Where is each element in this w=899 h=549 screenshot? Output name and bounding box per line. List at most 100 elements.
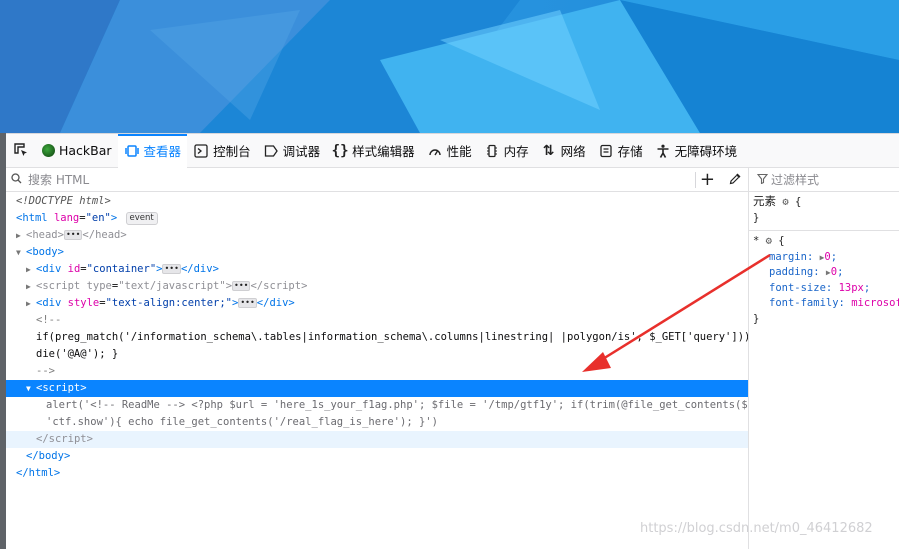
tab-memory[interactable]: 内存 bbox=[478, 134, 535, 168]
tab-inspector[interactable]: 查看器 bbox=[117, 133, 188, 168]
prop-value: 13px bbox=[838, 281, 864, 294]
attr-value: "en" bbox=[85, 212, 111, 224]
body-node[interactable]: ▼ <body> bbox=[6, 244, 748, 261]
attr-name: lang bbox=[53, 212, 80, 224]
tag-name: head bbox=[32, 229, 58, 241]
script-js-node[interactable]: ▶ <script type="text/javascript"> ••• </scr… bbox=[6, 278, 748, 295]
head-node[interactable]: ▶ <head> ••• </head> bbox=[6, 227, 748, 244]
prop-value: 0 bbox=[824, 250, 831, 263]
event-badge[interactable]: event bbox=[125, 211, 158, 225]
comment-node-line: die('@A@'); } bbox=[6, 346, 748, 363]
collapse-arrow-icon[interactable]: ▼ bbox=[16, 244, 26, 261]
storage-icon bbox=[598, 144, 614, 158]
prop-name: margin bbox=[769, 250, 807, 263]
collapsed-ellipsis-icon[interactable]: ••• bbox=[162, 264, 181, 274]
tag-name: </html> bbox=[16, 467, 61, 479]
doctype-node[interactable]: <!DOCTYPE html> bbox=[6, 193, 748, 210]
attr-name: type bbox=[86, 280, 112, 292]
selected-script-node[interactable]: ▼ <script> bbox=[6, 380, 748, 397]
comment-node[interactable]: <!-- bbox=[6, 312, 748, 329]
attr-value: "text-align:center;" bbox=[105, 297, 232, 309]
tag-name: body bbox=[38, 450, 64, 462]
network-icon: ⇅ bbox=[542, 142, 555, 159]
tab-network[interactable]: ⇅ 网络 bbox=[535, 134, 592, 168]
declaration-padding[interactable]: padding: ▶0; bbox=[753, 265, 899, 281]
html-node[interactable]: <html lang="en"> event bbox=[6, 210, 748, 227]
collapsed-ellipsis-icon[interactable]: ••• bbox=[238, 298, 257, 308]
expand-arrow-icon[interactable]: ▶ bbox=[26, 278, 36, 295]
tag-name: script bbox=[263, 280, 302, 292]
attr-name: id bbox=[67, 263, 81, 275]
script-text: alert('<!-- ReadMe --> <?php $url = 'her… bbox=[46, 399, 811, 411]
tab-label: 性能 bbox=[446, 144, 472, 159]
prop-name: font-size bbox=[769, 281, 826, 294]
comment-close: --> bbox=[36, 365, 55, 377]
tab-hackbar[interactable]: HackBar bbox=[36, 134, 118, 168]
watermark: https://blog.csdn.net/m0_46412682 bbox=[640, 521, 873, 536]
tab-label: 调试器 bbox=[282, 144, 321, 159]
hackbar-icon bbox=[42, 144, 55, 157]
element-picker-button[interactable] bbox=[6, 134, 36, 168]
tab-label: 无障碍环境 bbox=[674, 144, 738, 159]
performance-icon bbox=[427, 144, 443, 158]
add-node-icon[interactable]: + bbox=[700, 171, 715, 189]
script-text-line: 'ctf.show'){ echo file_get_contents('/re… bbox=[6, 414, 748, 431]
script-text-line[interactable]: alert('<!-- ReadMe --> <?php $url = 'her… bbox=[6, 397, 811, 414]
tag-name: div bbox=[42, 263, 62, 275]
body-close-node[interactable]: </body> bbox=[6, 448, 748, 465]
toolbar-divider bbox=[695, 172, 696, 188]
memory-icon bbox=[484, 144, 500, 158]
tag-name: body bbox=[32, 246, 58, 258]
pick-element-icon bbox=[13, 143, 29, 158]
tab-label: 样式编辑器 bbox=[352, 144, 415, 159]
prop-name: font-family bbox=[769, 297, 839, 309]
tab-storage[interactable]: 存储 bbox=[592, 134, 649, 168]
console-icon bbox=[193, 143, 209, 158]
tab-style-editor[interactable]: {} 样式编辑器 bbox=[326, 134, 421, 168]
expand-arrow-icon[interactable]: ▶ bbox=[26, 261, 36, 278]
filter-styles-input[interactable]: 过滤样式 bbox=[771, 171, 819, 188]
attr-value: "text/javascript" bbox=[118, 280, 226, 292]
tab-debugger[interactable]: 调试器 bbox=[257, 134, 327, 168]
declaration-font-family[interactable]: font-family: microsoft bbox=[753, 296, 899, 312]
prop-name: padding bbox=[769, 266, 814, 278]
tag-name: script bbox=[42, 280, 81, 292]
declaration-font-size[interactable]: font-size: 13px; bbox=[753, 281, 899, 297]
tag-name: div bbox=[42, 297, 62, 309]
tag-name: script bbox=[48, 433, 87, 445]
expand-arrow-icon[interactable]: ▶ bbox=[26, 295, 36, 312]
tag-name: div bbox=[193, 263, 213, 275]
prop-value: 0 bbox=[830, 266, 838, 278]
comment-open: <!-- bbox=[36, 314, 62, 326]
search-icon bbox=[11, 172, 25, 187]
comment-node-line: --> bbox=[6, 363, 748, 380]
tag-name: head bbox=[95, 229, 121, 241]
div-center-node[interactable]: ▶ <div style="text-align:center;"> ••• </di… bbox=[6, 295, 748, 312]
accessibility-icon bbox=[655, 144, 671, 158]
script-text: 'ctf.show'){ echo file_get_contents('/re… bbox=[46, 416, 438, 428]
prop-value: microsoft bbox=[851, 297, 899, 309]
search-input[interactable]: 搜索 HTML bbox=[28, 171, 89, 188]
tab-performance[interactable]: 性能 bbox=[421, 134, 478, 168]
collapsed-ellipsis-icon[interactable]: ••• bbox=[63, 230, 83, 240]
collapsed-ellipsis-icon[interactable]: ••• bbox=[232, 281, 251, 291]
tab-label: HackBar bbox=[59, 143, 112, 158]
script-close-node[interactable]: </script> bbox=[6, 431, 748, 448]
attr-name: style bbox=[67, 297, 100, 309]
eyedropper-icon[interactable] bbox=[729, 172, 742, 189]
tab-label: 查看器 bbox=[143, 144, 182, 159]
html-close-node[interactable]: </html> bbox=[6, 465, 748, 482]
gear-icon[interactable]: ⚙ bbox=[766, 235, 772, 247]
tag-name: script bbox=[42, 382, 81, 394]
tab-label: 内存 bbox=[503, 144, 529, 159]
debugger-icon bbox=[263, 144, 279, 158]
gear-icon[interactable]: ⚙ bbox=[782, 196, 788, 208]
declaration-margin[interactable]: margin: ▶0; bbox=[753, 250, 899, 266]
div-container-node[interactable]: ▶ <div id="container"> ••• </div> bbox=[6, 261, 748, 278]
tab-console[interactable]: 控制台 bbox=[187, 134, 257, 168]
universal-selector: * bbox=[753, 235, 760, 247]
collapse-arrow-icon[interactable]: ▼ bbox=[26, 380, 36, 397]
expand-arrow-icon[interactable]: ▶ bbox=[16, 227, 26, 244]
tab-accessibility[interactable]: 无障碍环境 bbox=[649, 134, 744, 168]
inspector-icon bbox=[124, 144, 140, 158]
